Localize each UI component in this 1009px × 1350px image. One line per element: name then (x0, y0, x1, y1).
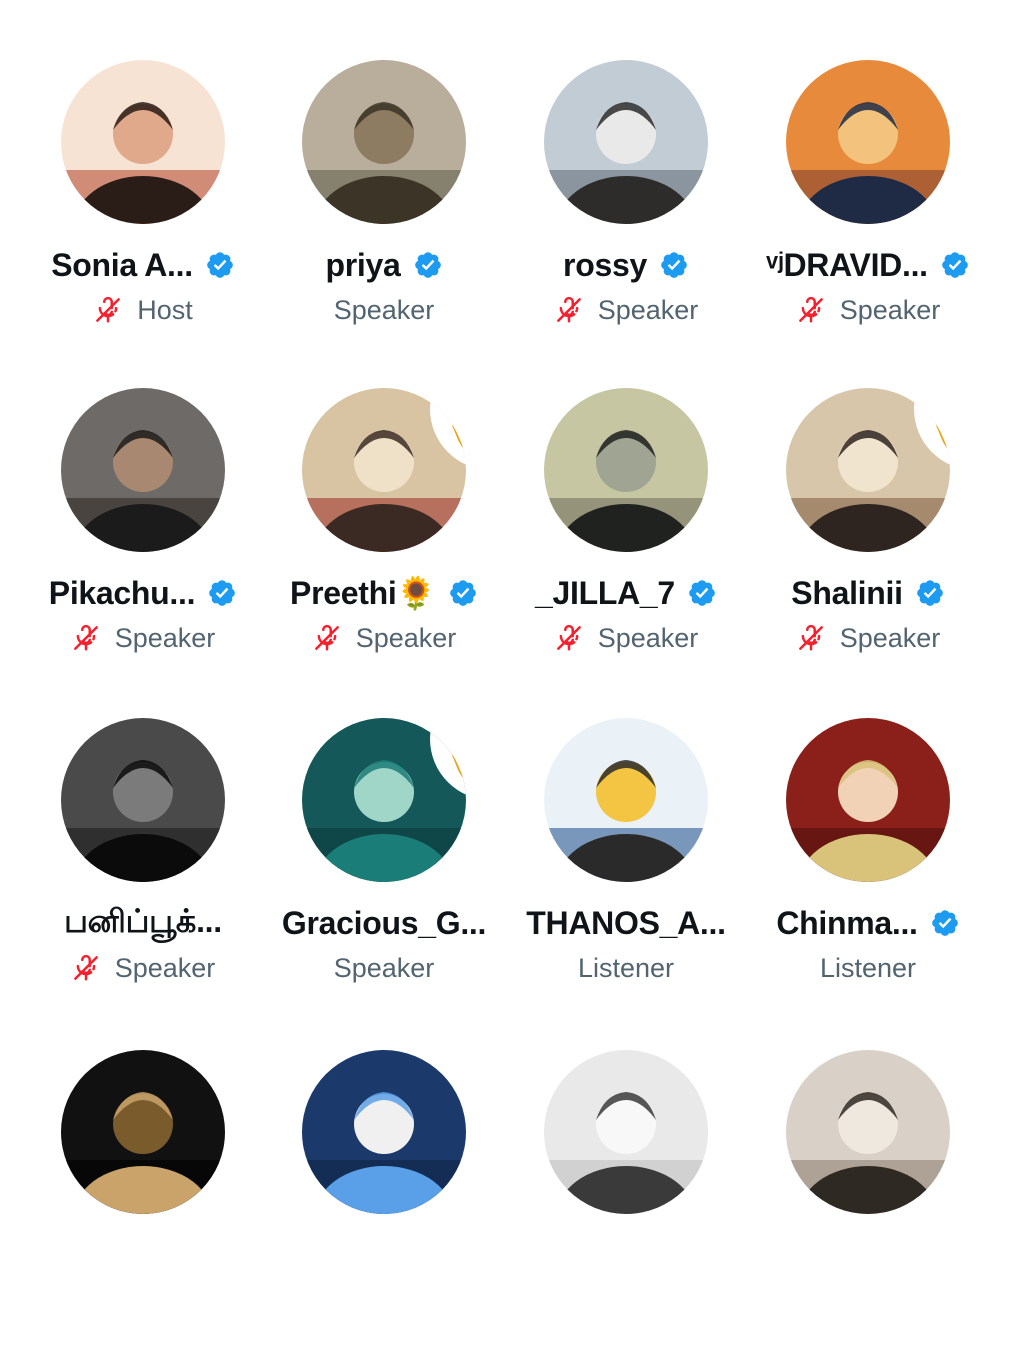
participant-card[interactable] (22, 1050, 264, 1350)
participant-name-row: ᵛʲDRAVID... (747, 241, 989, 289)
avatar[interactable] (786, 388, 950, 552)
verified-badge-icon (659, 250, 689, 280)
participant-card[interactable]: பனிப்பூக்... Speaker (22, 718, 264, 1018)
participant-role-row: Speaker (263, 288, 505, 332)
participant-name-row: rossy (505, 241, 747, 289)
participant-name: rossy (563, 246, 647, 283)
participant-role-row: Speaker (505, 288, 747, 332)
avatar[interactable] (544, 718, 708, 882)
participant-name: Chinma... (776, 904, 918, 941)
participant-role: Speaker (597, 622, 699, 653)
participant-card[interactable]: THANOS_A... Listener (505, 718, 747, 1018)
participant-name-row: Sonia A... (22, 241, 264, 289)
participant-role: Speaker (597, 294, 699, 325)
participant-name-row: Preethi🌻 (263, 569, 505, 617)
avatar[interactable] (544, 1050, 708, 1214)
participant-role: Speaker (333, 952, 435, 983)
participant-name: _JILLA_7 (535, 574, 675, 611)
participant-role-row: Speaker (263, 616, 505, 660)
participant-card[interactable]: Gracious_G... Speaker (263, 718, 505, 1018)
avatar[interactable] (302, 388, 466, 552)
avatar[interactable] (786, 60, 950, 224)
participant-card[interactable]: _JILLA_7 Speaker (505, 388, 747, 688)
participant-name: Gracious_G... (281, 904, 487, 941)
participant-name: Shalinii (791, 574, 903, 611)
participant-role-row: Listener (747, 946, 989, 990)
verified-badge-icon (940, 250, 970, 280)
participant-role: Speaker (839, 622, 941, 653)
participant-role-row: Speaker (747, 616, 989, 660)
avatar[interactable] (786, 718, 950, 882)
avatar[interactable] (786, 1050, 950, 1214)
participant-name-row: _JILLA_7 (505, 569, 747, 617)
verified-badge-icon (930, 908, 960, 938)
participant-role: Host (137, 294, 193, 325)
participant-name: THANOS_A... (526, 904, 726, 941)
participant-name-row: Chinma... (747, 899, 989, 947)
avatar[interactable] (61, 388, 225, 552)
participant-role-row: Speaker (22, 616, 264, 660)
participant-card[interactable] (747, 1050, 989, 1350)
participant-role: Speaker (114, 952, 216, 983)
mic-muted-icon (554, 623, 584, 653)
mic-muted-icon (796, 623, 826, 653)
participant-role: Speaker (114, 622, 216, 653)
participant-name: Sonia A... (51, 246, 193, 283)
participant-name-row: THANOS_A... (505, 899, 747, 947)
avatar[interactable] (61, 718, 225, 882)
participant-name-row: Shalinii (747, 569, 989, 617)
avatar[interactable] (61, 60, 225, 224)
participant-card[interactable] (505, 1050, 747, 1350)
participant-name: பனிப்பூக்... (64, 902, 222, 939)
mic-muted-icon (93, 295, 123, 325)
participant-role-row: Host (22, 288, 264, 332)
participant-role: Listener (819, 952, 917, 983)
participant-name: ᵛʲDRAVID... (766, 246, 928, 283)
participant-role: Speaker (333, 294, 435, 325)
participant-card[interactable]: ᵛʲDRAVID... Speaker (747, 60, 989, 360)
participant-card[interactable] (263, 1050, 505, 1350)
participant-role-row: Speaker (505, 616, 747, 660)
mic-muted-icon (71, 623, 101, 653)
participant-role-row: Speaker (263, 946, 505, 990)
participant-role: Listener (577, 952, 675, 983)
participants-grid: Sonia A... Host priya Speaker rossy Speaker… (0, 0, 1009, 1214)
mic-muted-icon (71, 953, 101, 983)
participant-card[interactable]: Sonia A... Host (22, 60, 264, 360)
participant-card[interactable]: Pikachu... Speaker (22, 388, 264, 688)
participant-card[interactable]: priya Speaker (263, 60, 505, 360)
participant-role: Speaker (839, 294, 941, 325)
participant-name-row: பனிப்பூக்... (22, 899, 264, 947)
participant-role: Speaker (355, 622, 457, 653)
verified-badge-icon (413, 250, 443, 280)
participant-name-row: Pikachu... (22, 569, 264, 617)
verified-badge-icon (448, 578, 478, 608)
mic-muted-icon (554, 295, 584, 325)
avatar[interactable] (544, 60, 708, 224)
participant-card[interactable]: rossy Speaker (505, 60, 747, 360)
verified-badge-icon (205, 250, 235, 280)
participant-role-row: Speaker (22, 946, 264, 990)
avatar[interactable] (302, 60, 466, 224)
mic-muted-icon (796, 295, 826, 325)
avatar[interactable] (61, 1050, 225, 1214)
participant-name-row: priya (263, 241, 505, 289)
participant-role-row: Speaker (747, 288, 989, 332)
participant-role-row: Listener (505, 946, 747, 990)
participant-name: priya (325, 246, 401, 283)
verified-badge-icon (687, 578, 717, 608)
verified-badge-icon (915, 578, 945, 608)
avatar[interactable] (302, 1050, 466, 1214)
verified-badge-icon (207, 578, 237, 608)
participant-name-row: Gracious_G... (263, 899, 505, 947)
participant-card[interactable]: Chinma... Listener (747, 718, 989, 1018)
participant-name: Preethi🌻 (290, 575, 436, 611)
mic-muted-icon (312, 623, 342, 653)
participant-name: Pikachu... (48, 574, 196, 611)
participant-card[interactable]: Shalinii Speaker (747, 388, 989, 688)
avatar[interactable] (544, 388, 708, 552)
avatar[interactable] (302, 718, 466, 882)
participant-card[interactable]: Preethi🌻 Speaker (263, 388, 505, 688)
